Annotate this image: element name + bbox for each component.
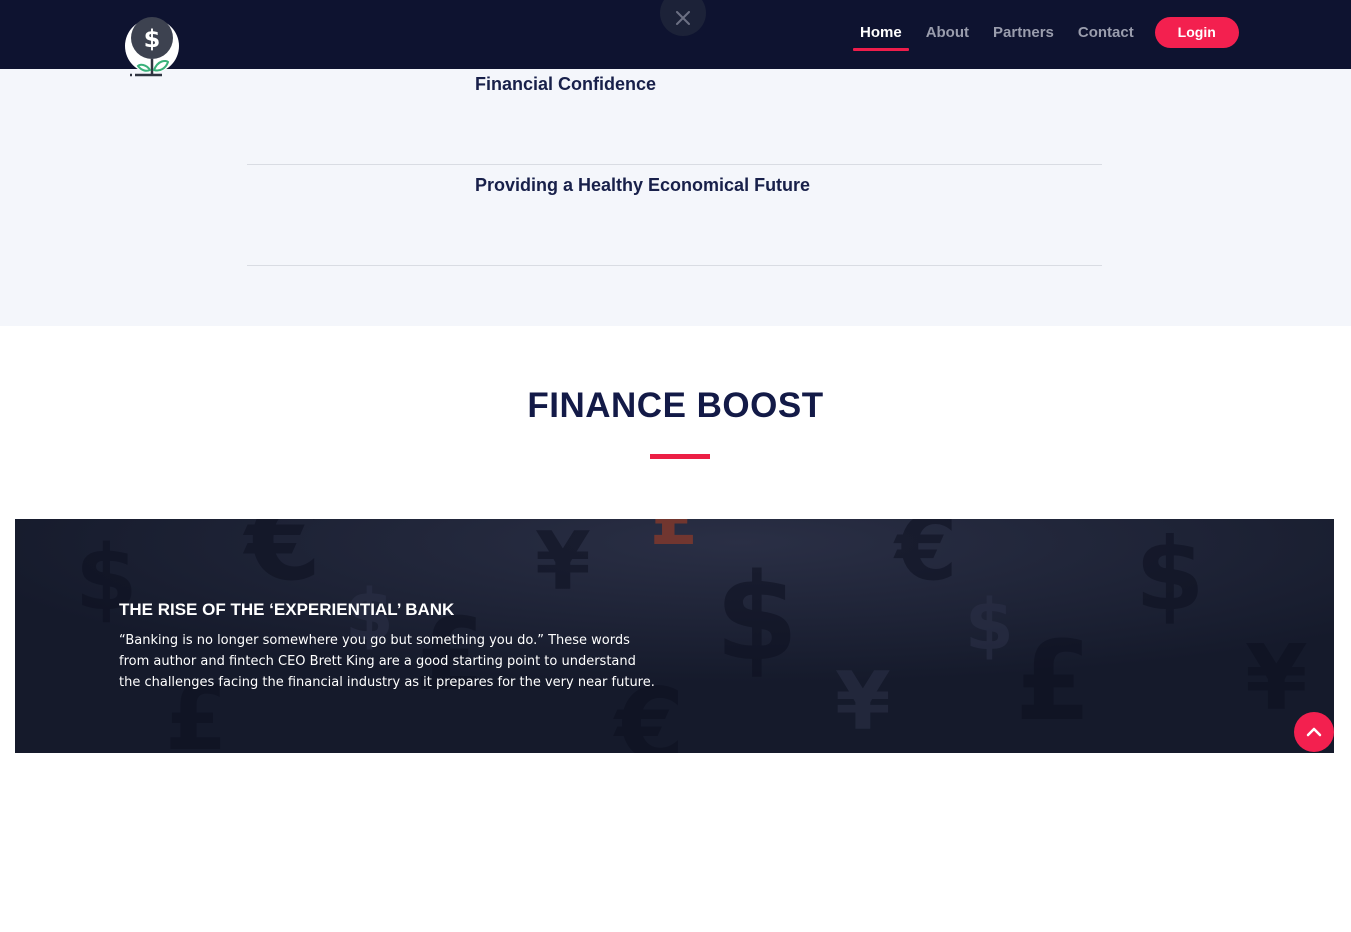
- dollar-plant-icon: $: [125, 17, 179, 77]
- article-banner[interactable]: $ € £ ¥ $ € £ $ ¥ £ € $ ¥ $ £ THE RISE O…: [15, 519, 1334, 753]
- nav-item-partners[interactable]: Partners: [986, 20, 1061, 49]
- svg-text:$: $: [715, 549, 799, 688]
- svg-text:$: $: [1135, 519, 1205, 633]
- svg-text:¥: ¥: [835, 655, 891, 748]
- svg-text:£: £: [650, 519, 699, 561]
- svg-text:¥: ¥: [1245, 626, 1308, 731]
- nav-item-about[interactable]: About: [919, 20, 976, 49]
- section-heading: FINANCE BOOST: [527, 386, 824, 425]
- nav-item-home[interactable]: Home: [853, 20, 909, 51]
- svg-text:$: $: [144, 25, 161, 53]
- main-nav: Home About Partners Contact Login: [853, 16, 1239, 51]
- heading-underline: [650, 454, 710, 459]
- close-icon: [676, 11, 690, 25]
- top-navbar: $ Home About Partners Contact Login: [0, 0, 1351, 77]
- svg-text:€: €: [893, 519, 958, 601]
- logo[interactable]: $: [124, 14, 182, 78]
- close-button[interactable]: [660, 0, 706, 36]
- banner-text: “Banking is no longer somewhere you go b…: [119, 633, 655, 690]
- accordion-item-title: Providing a Healthy Economical Future: [475, 175, 811, 195]
- login-button[interactable]: Login: [1154, 16, 1239, 48]
- scroll-to-top-button[interactable]: [1294, 712, 1334, 752]
- svg-text:¥: ¥: [535, 519, 591, 608]
- svg-text:€: €: [242, 519, 322, 605]
- accordion-section: Financial Confidence Providing a Healthy…: [0, 69, 1351, 326]
- nav-item-contact[interactable]: Contact: [1071, 20, 1141, 49]
- svg-text:$: $: [965, 584, 1014, 666]
- svg-text:£: £: [1015, 617, 1092, 745]
- accordion-item[interactable]: Providing a Healthy Economical Future: [247, 165, 1102, 266]
- accordion-item[interactable]: Financial Confidence: [247, 64, 1102, 165]
- banner-title: THE RISE OF THE ‘EXPERIENTIAL’ BANK: [119, 600, 455, 619]
- accordion-item-title: Financial Confidence: [475, 74, 657, 94]
- page: $ Home About Partners Contact Login Fina…: [0, 0, 1351, 932]
- chevron-up-icon: [1306, 727, 1322, 737]
